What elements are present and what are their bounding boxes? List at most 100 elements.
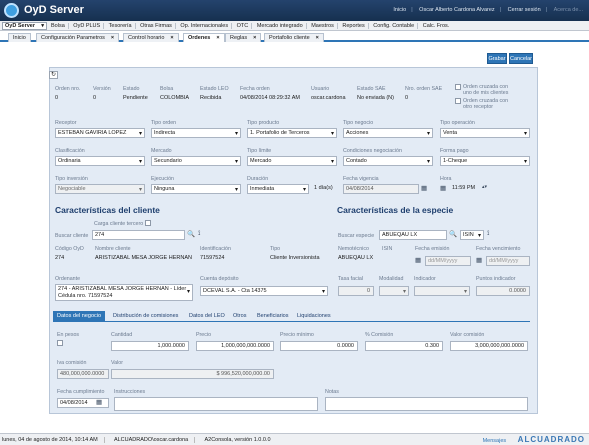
menu-oyd-plus[interactable]: OyD PLUS xyxy=(73,23,105,29)
tasa-facial-field[interactable]: 0 xyxy=(338,286,374,296)
calendar-icon[interactable]: ▦ xyxy=(96,398,102,406)
app-logo-icon xyxy=(4,3,19,18)
cantidad-field[interactable]: 1,000.0000 xyxy=(111,341,189,351)
menu-config-contable[interactable]: Config. Contable xyxy=(373,23,419,29)
tipo-inversion-select[interactable]: Negociable ▾ xyxy=(55,184,145,194)
mercado-select[interactable]: Secundario ▾ xyxy=(151,156,241,166)
puntos-indicador-field[interactable]: 0.0000 xyxy=(476,286,530,296)
tab-liquidaciones[interactable]: Liquidaciones xyxy=(293,311,335,322)
fecha-emision-label: Fecha emisión xyxy=(415,246,450,252)
cancel-button[interactable]: Cancelar xyxy=(509,53,533,64)
condiciones-select[interactable]: Contado ▾ xyxy=(343,156,433,166)
duracion-select[interactable]: Inmediata ▾ xyxy=(247,184,309,194)
cuenta-deposito-label: Cuenta depósito xyxy=(200,276,239,282)
nemotecnico-value: ABUEQAU LX xyxy=(338,255,374,261)
link-about[interactable]: Acerca de... xyxy=(554,7,583,13)
search-icon[interactable]: 🔍 xyxy=(187,230,195,238)
link-user-name[interactable]: Oscar Alberto Cardona Alvarez xyxy=(419,7,495,13)
search-icon[interactable]: 🔍 xyxy=(449,230,457,238)
link-inicio[interactable]: Inicio xyxy=(393,7,406,13)
menu-calc-fros[interactable]: Calc. Fros. xyxy=(423,23,453,29)
tab-datos-leo[interactable]: Datos del LEO xyxy=(185,311,229,322)
menu-tesoreria[interactable]: Tesorería xyxy=(108,23,136,29)
chevron-down-icon: ▾ xyxy=(138,131,142,137)
ejecucion-select[interactable]: Ninguna ▾ xyxy=(151,184,241,194)
cross-own-client-checkbox[interactable] xyxy=(455,84,461,90)
tipo-negocio-select[interactable]: Acciones ▾ xyxy=(343,128,433,138)
cuenta-deposito-select[interactable]: DCEVAL S.A. - Cta 14375 ▾ xyxy=(200,286,328,296)
fecha-vencimiento-field[interactable]: dd/MM/yyyy xyxy=(486,256,530,266)
save-button[interactable]: Grabar xyxy=(487,53,507,64)
precio-field[interactable]: 1,000,000,000.0000 xyxy=(196,341,274,351)
estado-leo-value: Recibida xyxy=(200,95,222,101)
fecha-vigencia-field[interactable]: 04/08/2014 xyxy=(343,184,419,194)
tipo-limite-select[interactable]: Mercado ▾ xyxy=(247,156,337,166)
tab-beneficiarios[interactable]: Beneficiarios xyxy=(253,311,293,322)
ordenante-select[interactable]: 274 - ARISTIZABAL MESA JORGE HERNAN - Lí… xyxy=(55,284,193,301)
filter-icon[interactable]: ⟟ xyxy=(487,230,489,238)
instrucciones-label: Instrucciones xyxy=(114,389,146,395)
forma-pago-select[interactable]: 1-Cheque ▾ xyxy=(440,156,530,166)
tab-label: Reglas xyxy=(230,35,248,41)
menu-items: Bolsa OyD PLUS Tesorería Otras Firmas Op… xyxy=(51,23,455,29)
tab-datos-negocio[interactable]: Datos del negocio xyxy=(53,311,106,322)
instrucciones-textarea[interactable] xyxy=(114,397,318,411)
tab-inicio[interactable]: Inicio xyxy=(8,33,31,42)
close-icon[interactable]: × xyxy=(111,35,114,41)
buscar-cliente-input[interactable]: 274 xyxy=(92,230,185,240)
calendar-icon[interactable]: ▦ xyxy=(421,184,427,192)
indicador-select[interactable]: ▾ xyxy=(414,286,470,296)
tab-control-horario[interactable]: Control horario × xyxy=(123,33,179,42)
link-logout[interactable]: Cerrar sesión xyxy=(508,7,541,13)
tab-ordenes[interactable]: Ordenes × xyxy=(183,33,225,42)
calendar-icon[interactable]: ▦ xyxy=(476,256,482,264)
notas-textarea[interactable] xyxy=(325,397,528,411)
duracion-days: 1 día(s) xyxy=(314,185,333,191)
filter-icon[interactable]: ⟟ xyxy=(198,230,200,238)
menu-bolsa[interactable]: Bolsa xyxy=(51,23,69,29)
modalidad-select[interactable]: ▾ xyxy=(379,286,409,296)
tab-configuracion-parametros[interactable]: Configuración Parametros × xyxy=(36,33,120,42)
close-icon[interactable]: × xyxy=(253,35,256,41)
clasificacion-select[interactable]: Ordinaria ▾ xyxy=(55,156,145,166)
receptor-select[interactable]: ESTEBAN GAVIRIA LOPEZ ▾ xyxy=(55,128,145,138)
ejecucion-label: Ejecución xyxy=(151,176,174,182)
menu-op-internacionales[interactable]: Op. Internacionales xyxy=(180,23,233,29)
valor-comision-field[interactable]: 3,000,000,000.0000 xyxy=(450,341,528,351)
close-icon[interactable]: × xyxy=(170,35,173,41)
menu-mercado-integrado[interactable]: Mercado integrado xyxy=(256,23,307,29)
en-pesos-checkbox[interactable] xyxy=(57,340,63,346)
messages-link[interactable]: Mensajes xyxy=(483,438,507,444)
tipo-producto-select[interactable]: 1. Portafolio de Terceros ▾ xyxy=(247,128,337,138)
pct-comision-field[interactable]: 0.300 xyxy=(365,341,443,351)
tab-reglas[interactable]: Reglas × xyxy=(225,33,262,42)
tab-distribucion-comisiones[interactable]: Distribución de comisiones xyxy=(109,311,182,322)
tab-portafolio-cliente[interactable]: Portafolio cliente × xyxy=(264,33,324,42)
iva-comision-field[interactable]: 480,000,000.0000 xyxy=(57,369,109,379)
close-icon[interactable]: × xyxy=(316,35,319,41)
fecha-emision-field[interactable]: dd/MM/yyyy xyxy=(425,256,471,266)
hora-field[interactable]: 11:59 PM xyxy=(450,184,494,194)
tipo-operacion-select[interactable]: Venta ▾ xyxy=(440,128,530,138)
refresh-icon[interactable]: ↻ xyxy=(49,71,58,79)
en-pesos-label: En pesos xyxy=(57,332,80,338)
tipo-orden-select[interactable]: Indirecta ▾ xyxy=(151,128,241,138)
especie-id-type-select[interactable]: ISIN ▾ xyxy=(460,230,484,240)
spinner-icon[interactable]: ▴▾ xyxy=(482,184,487,190)
menu-otc[interactable]: OTC xyxy=(236,23,253,29)
menu-reportes[interactable]: Reportes xyxy=(342,23,369,29)
tab-otros[interactable]: Otros xyxy=(229,311,250,322)
module-select[interactable]: OyD Server xyxy=(2,22,47,30)
valor-field[interactable]: $ 996,520,000,000.00 xyxy=(111,369,274,379)
menu-maestros[interactable]: Maestros xyxy=(311,23,338,29)
close-icon[interactable]: × xyxy=(216,35,219,41)
precio-minimo-field[interactable]: 0.0000 xyxy=(280,341,358,351)
chevron-down-icon: ▾ xyxy=(426,131,430,137)
carga-tercero-checkbox[interactable] xyxy=(145,220,151,226)
chevron-down-icon: ▾ xyxy=(477,233,481,239)
calendar-icon[interactable]: ▦ xyxy=(415,256,421,264)
menu-otras-firmas[interactable]: Otras Firmas xyxy=(140,23,176,29)
calendar-icon[interactable]: ▦ xyxy=(440,184,446,192)
buscar-especie-input[interactable]: ABUEQAU LX xyxy=(379,230,447,240)
cross-other-receptor-checkbox[interactable] xyxy=(455,98,461,104)
